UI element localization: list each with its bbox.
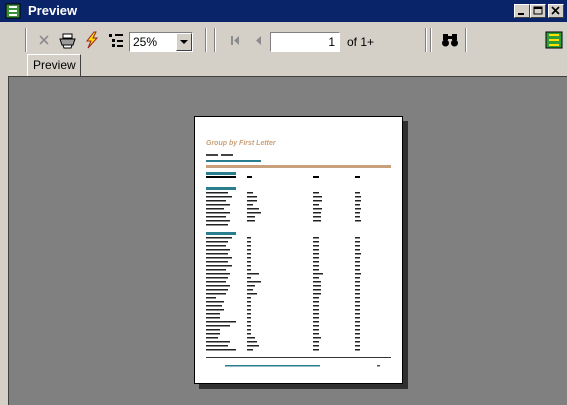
toolbar-separator	[214, 28, 216, 52]
preview-window: Preview 25% 1 of 1+ Preview Group by Fir…	[0, 0, 567, 405]
page-count-label: of 1+	[347, 35, 375, 49]
toolbar-separator	[425, 28, 427, 52]
print-icon[interactable]	[58, 30, 78, 50]
minimize-button[interactable]	[514, 4, 530, 18]
report-page: Group by First Letter	[194, 116, 403, 384]
toolbar-separator	[205, 28, 207, 52]
page-number-value: 1	[328, 35, 335, 49]
chevron-down-icon	[180, 40, 188, 44]
prev-page-icon[interactable]	[248, 30, 268, 50]
close-window-icon	[551, 6, 560, 15]
zoom-select[interactable]: 25%	[129, 32, 193, 52]
toolbar: 25% 1 of 1+	[0, 22, 567, 57]
toolbar-separator	[465, 28, 467, 52]
crystal-logo-icon	[545, 31, 563, 49]
tab-preview[interactable]: Preview	[27, 54, 81, 76]
report-thumbnail	[206, 154, 391, 367]
toolbar-separator	[25, 28, 27, 52]
window-title: Preview	[28, 3, 78, 18]
close-button[interactable]	[548, 4, 564, 18]
export-lightning-icon[interactable]	[82, 30, 102, 50]
tab-preview-label: Preview	[33, 58, 76, 72]
page-number-input[interactable]: 1	[270, 32, 340, 52]
group-tree-icon[interactable]	[106, 30, 126, 50]
zoom-dropdown-button[interactable]	[176, 33, 192, 51]
minimize-icon	[518, 13, 524, 15]
title-bar: Preview	[0, 0, 567, 22]
zoom-value: 25%	[133, 35, 158, 49]
preview-workspace: Group by First Letter	[8, 76, 567, 405]
search-binoculars-icon[interactable]	[440, 30, 460, 50]
maximize-icon	[533, 6, 543, 15]
close-icon[interactable]	[34, 30, 54, 50]
toolbar-separator	[430, 28, 432, 52]
first-page-icon[interactable]	[225, 30, 245, 50]
maximize-button[interactable]	[530, 4, 546, 18]
app-icon	[5, 3, 21, 19]
